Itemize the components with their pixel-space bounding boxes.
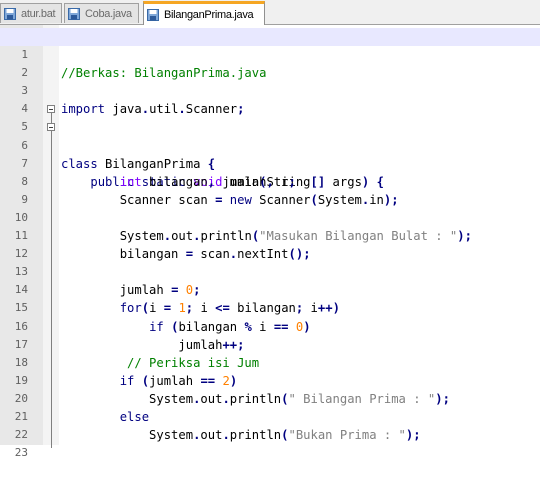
code-line: 20 else — [0, 372, 540, 424]
code-line: 11 bilangan = scan.nextInt(); — [0, 209, 540, 261]
code-line: 21 System.out.println("Bukan Prima : "); — [0, 390, 540, 442]
code-line: 17 // Periksa isi Jum — [0, 318, 540, 370]
code-line: 19 System.out.println(" Bilangan Prima :… — [0, 354, 540, 406]
code-line: 7 int bilangan, jumlah, i; — [0, 137, 540, 189]
tab-label: atur.bat — [21, 7, 56, 20]
code-line: 15 if (bilangan % i == 0) — [0, 281, 540, 333]
code-line: 10 System.out.println("Masukan Bilangan … — [0, 191, 540, 243]
code-line: 12 — [0, 227, 540, 260]
code-line: 14 for(i = 1; i <= bilangan; i++) — [0, 263, 540, 315]
code-line: 6 public static void main(String[] args)… — [0, 118, 540, 189]
tab-label: BilanganPrima.java — [164, 8, 254, 21]
code-line: 4 — [0, 82, 540, 115]
code-line: 16 jumlah++; — [0, 299, 540, 352]
fold-minus-icon[interactable] — [47, 105, 55, 114]
line-number: 23 — [14, 446, 28, 460]
code-line: 22 — [0, 408, 540, 441]
save-disk-icon — [147, 8, 159, 21]
code-editor[interactable]: 1 //Berkas: BilanganPrima.java 2 3 impor… — [0, 28, 540, 459]
tab-bilanganprima-java[interactable]: BilanganPrima.java — [143, 1, 265, 25]
code-line: 1 //Berkas: BilanganPrima.java — [0, 28, 540, 80]
code-line: 2 — [0, 46, 540, 79]
code-line: 9 — [0, 173, 540, 206]
code-line: 18 if (jumlah == 2) — [0, 336, 540, 388]
tab-label: Coba.java — [85, 7, 132, 20]
code-line: 8 Scanner scan = new Scanner(System.in); — [0, 155, 540, 207]
fold-minus-icon[interactable] — [47, 123, 55, 132]
tab-coba-java[interactable]: Coba.java — [64, 3, 139, 23]
code-line: 23 — [0, 426, 540, 459]
tab-atur-bat[interactable]: atur.bat — [0, 3, 62, 23]
code-line: 5 class BilanganPrima { — [0, 100, 540, 171]
save-disk-icon — [68, 7, 80, 20]
code-line: 3 import java.util.Scanner; — [0, 64, 540, 116]
code-line: 13 jumlah = 0; — [0, 245, 540, 297]
save-disk-icon — [4, 7, 16, 20]
tab-bar: atur.bat Coba.java BilanganPrima.java — [0, 0, 540, 25]
